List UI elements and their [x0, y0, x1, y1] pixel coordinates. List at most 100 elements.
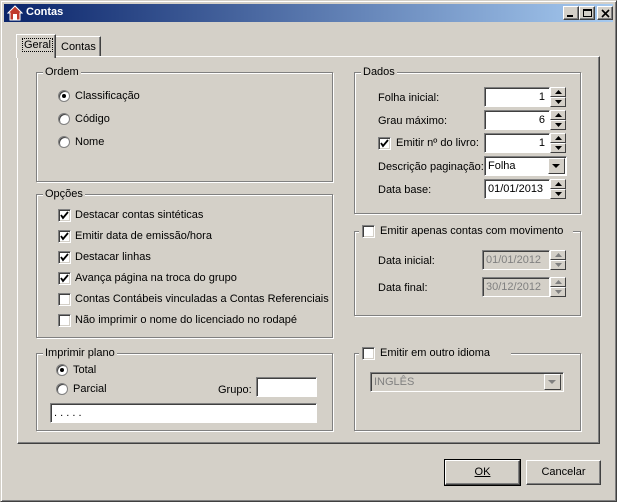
arrow-down-icon	[555, 263, 562, 267]
checkbox-destacar-linhas[interactable]	[58, 251, 71, 264]
checkbox-destacar-sinteticas[interactable]	[58, 209, 71, 222]
checkbox-nao-imprimir-licenciado[interactable]	[58, 314, 71, 327]
ordem-title: Ordem	[43, 66, 81, 78]
grupo-input[interactable]	[256, 377, 317, 397]
dados-title: Dados	[361, 66, 397, 78]
checkbox-idioma[interactable]	[362, 347, 375, 360]
cancel-button-label: Cancelar	[541, 466, 586, 478]
numero-livro-spinner[interactable]	[550, 133, 566, 153]
radio-nome-label: Nome	[75, 136, 105, 148]
data-final-spinner[interactable]	[550, 277, 566, 297]
checkbox-avanca-pagina[interactable]	[58, 272, 71, 285]
data-inicial-spinner[interactable]	[550, 250, 566, 270]
checkbox-avanca-pagina-label: Avança página na troca do grupo	[75, 272, 237, 284]
data-base-spinner[interactable]	[550, 179, 566, 199]
checkmark-icon	[380, 139, 389, 148]
maximize-button[interactable]	[579, 6, 595, 20]
spin-down-button[interactable]	[550, 120, 566, 130]
folha-inicial-spinner[interactable]	[550, 87, 566, 107]
descricao-paginacao-select[interactable]: Folha	[484, 156, 567, 176]
arrow-up-icon	[555, 253, 562, 257]
checkbox-contas-referenciais[interactable]	[58, 293, 71, 306]
radio-nome[interactable]	[58, 136, 70, 148]
spin-up-button[interactable]	[550, 110, 566, 120]
spin-down-button[interactable]	[550, 143, 566, 153]
grau-maximo-spinner[interactable]	[550, 110, 566, 130]
imprimir-plano-title: Imprimir plano	[43, 347, 117, 359]
arrow-up-icon	[555, 280, 562, 284]
radio-codigo-label: Código	[75, 113, 110, 125]
house-icon	[7, 5, 23, 21]
minimize-button[interactable]	[563, 6, 579, 20]
chevron-down-icon	[552, 164, 560, 168]
idioma-select[interactable]: INGLÊS	[370, 372, 564, 392]
spin-up-button[interactable]	[550, 133, 566, 143]
plano-mask-input[interactable]: . . . . .	[50, 403, 317, 423]
radio-parcial[interactable]	[56, 383, 68, 395]
data-final-input[interactable]: 30/12/2012	[482, 277, 550, 297]
radio-classificacao-label: Classificação	[75, 90, 140, 102]
arrow-down-icon	[555, 123, 562, 127]
spin-up-button[interactable]	[550, 179, 566, 189]
spin-up-button[interactable]	[550, 277, 566, 287]
checkbox-emitir-livro[interactable]	[378, 137, 391, 150]
idioma-group	[354, 353, 581, 431]
radio-total-label: Total	[73, 364, 97, 376]
checkbox-contas-referenciais-label: Contas Contábeis vinculadas a Contas Ref…	[75, 293, 329, 305]
checkbox-movimento[interactable]	[362, 225, 375, 238]
arrow-down-icon	[555, 192, 562, 196]
dropdown-button[interactable]	[544, 374, 561, 390]
ok-button-label: OK	[474, 466, 491, 478]
checkmark-icon	[60, 232, 69, 241]
spin-down-button[interactable]	[550, 260, 566, 270]
folha-inicial-label: Folha inicial:	[378, 92, 440, 104]
arrow-down-icon	[555, 290, 562, 294]
data-base-input[interactable]: 01/01/2013	[484, 179, 550, 199]
maximize-icon	[583, 9, 592, 17]
emitir-livro-label: Emitir nº do livro:	[396, 137, 479, 149]
arrow-up-icon	[555, 136, 562, 140]
spin-down-button[interactable]	[550, 287, 566, 297]
spin-up-button[interactable]	[550, 87, 566, 97]
spin-up-button[interactable]	[550, 250, 566, 260]
spin-down-button[interactable]	[550, 97, 566, 107]
title-bar[interactable]: Contas	[4, 4, 613, 22]
cancel-button[interactable]: Cancelar	[526, 460, 601, 485]
tab-geral[interactable]: Geral	[16, 34, 56, 58]
checkmark-icon	[60, 211, 69, 220]
spin-down-button[interactable]	[550, 189, 566, 199]
numero-livro-input[interactable]: 1	[484, 133, 550, 153]
contas-window: Contas Geral Contas Ordem Classificação …	[0, 0, 617, 502]
window-title: Contas	[26, 6, 64, 18]
ok-button[interactable]: OK	[444, 459, 521, 486]
radio-classificacao[interactable]	[58, 90, 70, 102]
folha-inicial-input[interactable]: 1	[484, 87, 550, 107]
checkbox-emitir-data-emissao[interactable]	[58, 230, 71, 243]
radio-total[interactable]	[56, 364, 68, 376]
ordem-group: Ordem	[36, 66, 333, 182]
arrow-up-icon	[555, 182, 562, 186]
arrow-up-icon	[555, 90, 562, 94]
arrow-down-icon	[555, 146, 562, 150]
grau-maximo-input[interactable]: 6	[484, 110, 550, 130]
tab-geral-label: Geral	[22, 38, 53, 52]
descricao-paginacao-value: Folha	[488, 160, 516, 172]
tab-contas-label: Contas	[61, 41, 96, 53]
grau-maximo-label: Grau máximo:	[378, 115, 448, 127]
idioma-value: INGLÊS	[374, 376, 415, 388]
checkbox-destacar-sinteticas-label: Destacar contas sintéticas	[75, 209, 204, 221]
arrow-down-icon	[555, 100, 562, 104]
checkbox-destacar-linhas-label: Destacar linhas	[75, 251, 151, 263]
data-inicial-input[interactable]: 01/01/2012	[482, 250, 550, 270]
dropdown-button[interactable]	[548, 158, 565, 174]
tab-contas[interactable]: Contas	[55, 36, 101, 56]
radio-codigo[interactable]	[58, 113, 70, 125]
checkbox-emitir-data-emissao-label: Emitir data de emissão/hora	[75, 230, 212, 242]
radio-parcial-label: Parcial	[73, 383, 107, 395]
minimize-icon	[567, 15, 573, 17]
checkmark-icon	[60, 253, 69, 262]
close-button[interactable]	[597, 6, 613, 20]
data-inicial-label: Data inicial:	[378, 255, 435, 267]
close-icon	[601, 9, 610, 18]
arrow-up-icon	[555, 113, 562, 117]
